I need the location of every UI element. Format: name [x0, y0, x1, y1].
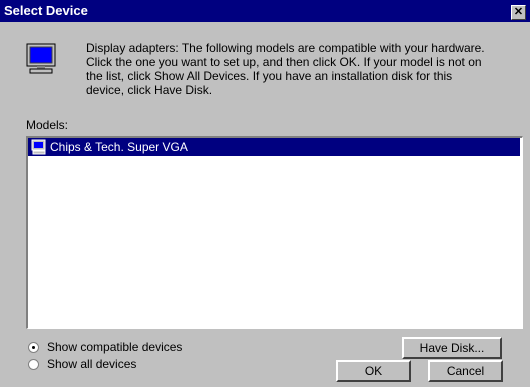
display-adapter-icon [31, 139, 46, 155]
description-text: Display adapters: The following models a… [86, 41, 485, 97]
close-icon: ✕ [513, 6, 524, 18]
cancel-button[interactable]: Cancel [428, 360, 503, 382]
show-all-label: Show all devices [47, 357, 137, 371]
show-compatible-radio[interactable] [28, 341, 39, 353]
show-all-radio[interactable] [28, 358, 39, 370]
list-item[interactable]: Chips & Tech. Super VGA [28, 138, 520, 156]
models-list[interactable]: Chips & Tech. Super VGA [26, 136, 523, 329]
show-compatible-option[interactable]: Show compatible devices [28, 340, 182, 354]
list-item-label: Chips & Tech. Super VGA [50, 140, 188, 154]
show-all-option[interactable]: Show all devices [28, 357, 136, 371]
close-button[interactable]: ✕ [511, 5, 526, 20]
monitor-icon [26, 43, 56, 74]
models-label: Models: [26, 118, 69, 132]
window-title: Select Device [4, 3, 88, 18]
ok-button[interactable]: OK [336, 360, 411, 382]
show-compatible-label: Show compatible devices [47, 340, 183, 354]
have-disk-button[interactable]: Have Disk... [402, 337, 502, 359]
title-bar: Select Device ✕ [0, 0, 530, 22]
select-device-dialog: Select Device ✕ Display adapters: The fo… [0, 0, 530, 387]
